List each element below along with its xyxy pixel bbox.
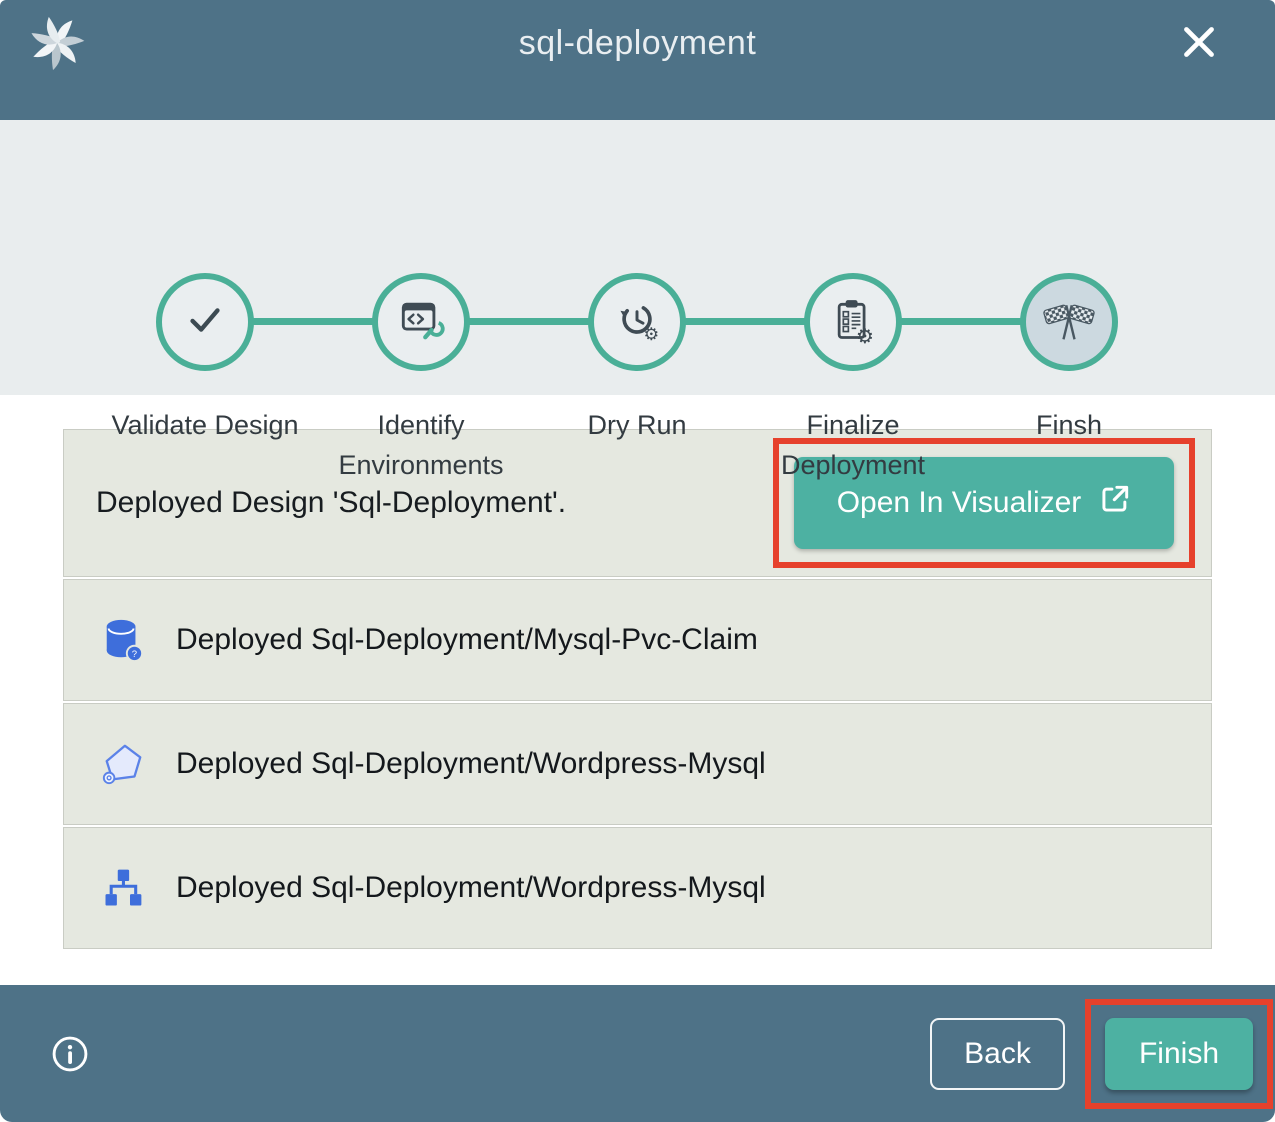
step-circle-finish xyxy=(1020,273,1118,371)
summary-row: Deployed Design 'Sql-Deployment'. Open I… xyxy=(63,429,1212,577)
code-window-icon xyxy=(397,298,445,347)
info-icon xyxy=(50,1062,90,1077)
tree-icon xyxy=(100,867,146,909)
dry-run-icon: ⚙ xyxy=(613,297,661,348)
step-circle-finalize-deployment: ⚙ xyxy=(804,273,902,371)
modal-body: Deployed Design 'Sql-Deployment'. Open I… xyxy=(0,395,1275,985)
deployment-result-text: Deployed Sql-Deployment/Mysql-Pvc-Claim xyxy=(176,623,758,657)
svg-text:?: ? xyxy=(132,649,137,660)
modal-footer: Back Finish xyxy=(0,985,1275,1122)
external-link-icon xyxy=(1099,483,1131,523)
checkered-flags-icon xyxy=(1042,297,1096,348)
step-label: Finalize Deployment xyxy=(745,405,961,485)
step-circle-identify-environments xyxy=(372,273,470,371)
deployment-result-text: Deployed Sql-Deployment/Wordpress-Mysql xyxy=(176,871,766,905)
check-icon xyxy=(182,297,228,348)
step-label: Finsh xyxy=(961,405,1177,445)
step-circle-dry-run: ⚙ xyxy=(588,273,686,371)
deployment-stepper: Validate Design Identify Environments xyxy=(0,120,1275,395)
deployment-result-row: Deployed Sql-Deployment/Wordpress-Mysql xyxy=(63,703,1212,825)
deployment-wizard-modal: sql-deployment Validate Design xyxy=(0,0,1275,1122)
highlight-box-finish: Finish xyxy=(1085,999,1273,1109)
database-icon: ? xyxy=(100,616,146,664)
step-circle-validate-design xyxy=(156,273,254,371)
step-label: Validate Design xyxy=(97,405,313,445)
close-icon xyxy=(1176,53,1222,68)
deployment-result-text: Deployed Sql-Deployment/Wordpress-Mysql xyxy=(176,747,766,781)
summary-text: Deployed Design 'Sql-Deployment'. xyxy=(96,486,566,520)
step-label: Identify Environments xyxy=(313,405,529,485)
step-label: Dry Run xyxy=(529,405,745,445)
step-finish: Finsh xyxy=(961,273,1177,445)
pentagon-icon xyxy=(100,741,146,787)
finish-button[interactable]: Finish xyxy=(1105,1018,1253,1090)
footer-actions: Back Finish xyxy=(930,999,1273,1109)
deployment-result-row: ? Deployed Sql-Deployment/Mysql-Pvc-Clai… xyxy=(63,579,1212,701)
step-finalize-deployment: ⚙ Finalize Deployment xyxy=(745,273,961,485)
deployment-result-row: Deployed Sql-Deployment/Wordpress-Mysql xyxy=(63,827,1212,949)
modal-title: sql-deployment xyxy=(0,24,1275,63)
svg-text:⚙: ⚙ xyxy=(856,324,874,344)
modal-header: sql-deployment xyxy=(0,0,1275,120)
open-in-visualizer-label: Open In Visualizer xyxy=(837,486,1082,520)
clipboard-gear-icon: ⚙ xyxy=(829,296,877,349)
info-button[interactable] xyxy=(50,1034,90,1074)
svg-text:⚙: ⚙ xyxy=(643,325,659,343)
back-button[interactable]: Back xyxy=(930,1018,1065,1090)
step-identify-environments: Identify Environments xyxy=(313,273,529,485)
close-button[interactable] xyxy=(1176,19,1222,65)
step-dry-run: ⚙ Dry Run xyxy=(529,273,745,445)
step-validate-design: Validate Design xyxy=(97,273,313,445)
